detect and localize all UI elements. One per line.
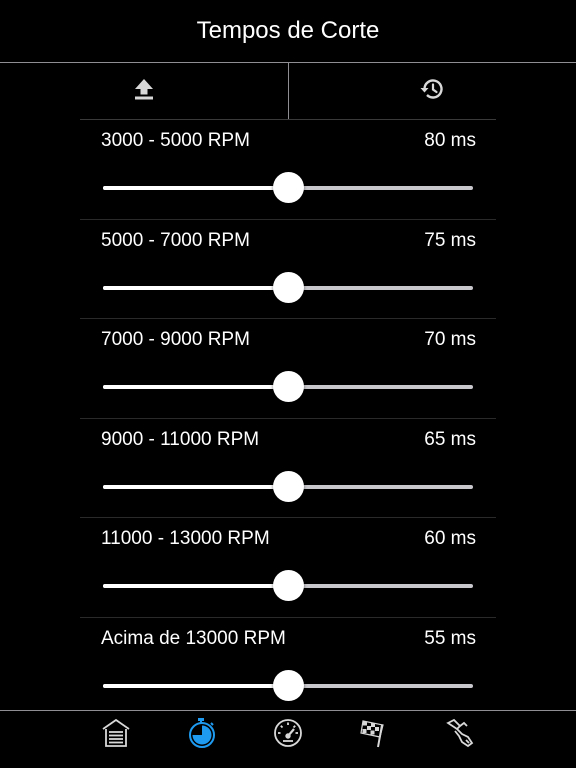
speedometer-icon [272, 717, 304, 754]
slider-thumb[interactable] [272, 669, 304, 701]
slider-fill [103, 484, 288, 489]
cut-time-list: 3000 - 5000 RPM 80 ms 5000 - 7000 RPM 75 ms… [80, 119, 496, 716]
rpm-range-row: 11000 - 13000 RPM 60 ms [80, 517, 496, 617]
slider-thumb[interactable] [272, 470, 304, 502]
slider-thumb[interactable] [272, 172, 304, 203]
slider-fill [103, 285, 288, 290]
rpm-range-row: Acima de 13000 RPM 55 ms [80, 616, 496, 717]
cut-time-slider[interactable] [103, 271, 473, 303]
slider-fill [103, 385, 288, 389]
cut-time-value: 60 ms [424, 528, 476, 549]
rpm-range-row: 9000 - 11000 RPM 65 ms [80, 417, 496, 518]
slider-thumb[interactable] [272, 371, 304, 402]
tab-stopwatch[interactable] [183, 717, 219, 753]
checkered-flag-icon [358, 717, 390, 754]
app-window: Tempos de Corte 3000 - 5000 RPM 80 ms 5000… [0, 0, 576, 768]
action-bar [0, 63, 576, 119]
cut-time-slider[interactable] [103, 669, 473, 701]
rpm-range-row: 7000 - 9000 RPM 70 ms [80, 318, 496, 418]
rpm-range-label: 3000 - 5000 RPM [101, 130, 250, 151]
cut-time-value: 65 ms [424, 428, 476, 450]
tab-bar [0, 710, 576, 768]
stopwatch-icon [185, 717, 217, 754]
cut-time-value: 55 ms [424, 627, 476, 649]
rpm-range-label: 11000 - 13000 RPM [101, 528, 270, 549]
garage-icon [100, 717, 132, 754]
cut-time-slider[interactable] [103, 172, 473, 203]
slider-fill [103, 584, 288, 588]
upload-icon [132, 77, 156, 106]
slider-thumb[interactable] [272, 271, 304, 303]
cut-time-value: 75 ms [424, 229, 476, 251]
slider-thumb[interactable] [272, 570, 304, 601]
upload-button[interactable] [0, 63, 288, 119]
history-icon [419, 76, 445, 107]
tab-garage[interactable] [98, 717, 134, 753]
cut-time-slider[interactable] [103, 470, 473, 502]
tab-speedometer[interactable] [270, 717, 306, 753]
rpm-range-label: 9000 - 11000 RPM [101, 428, 260, 450]
slider-fill [103, 683, 288, 688]
history-button[interactable] [287, 63, 576, 119]
rpm-range-label: 7000 - 9000 RPM [101, 329, 250, 350]
slider-fill [103, 186, 288, 190]
cut-time-value: 80 ms [424, 130, 476, 151]
tab-fuel[interactable] [442, 717, 478, 753]
page-title: Tempos de Corte [196, 17, 380, 44]
navigation-bar: Tempos de Corte [0, 0, 576, 63]
cut-time-value: 70 ms [424, 329, 476, 350]
tab-checkered-flag[interactable] [356, 717, 392, 753]
rpm-range-row: 5000 - 7000 RPM 75 ms [80, 218, 496, 319]
rpm-range-row: 3000 - 5000 RPM 80 ms [80, 119, 496, 219]
cut-time-slider[interactable] [103, 371, 473, 402]
fuel-nozzle-icon [444, 717, 476, 754]
rpm-range-label: Acima de 13000 RPM [101, 627, 286, 649]
cut-time-slider[interactable] [103, 570, 473, 601]
rpm-range-label: 5000 - 7000 RPM [101, 229, 250, 251]
